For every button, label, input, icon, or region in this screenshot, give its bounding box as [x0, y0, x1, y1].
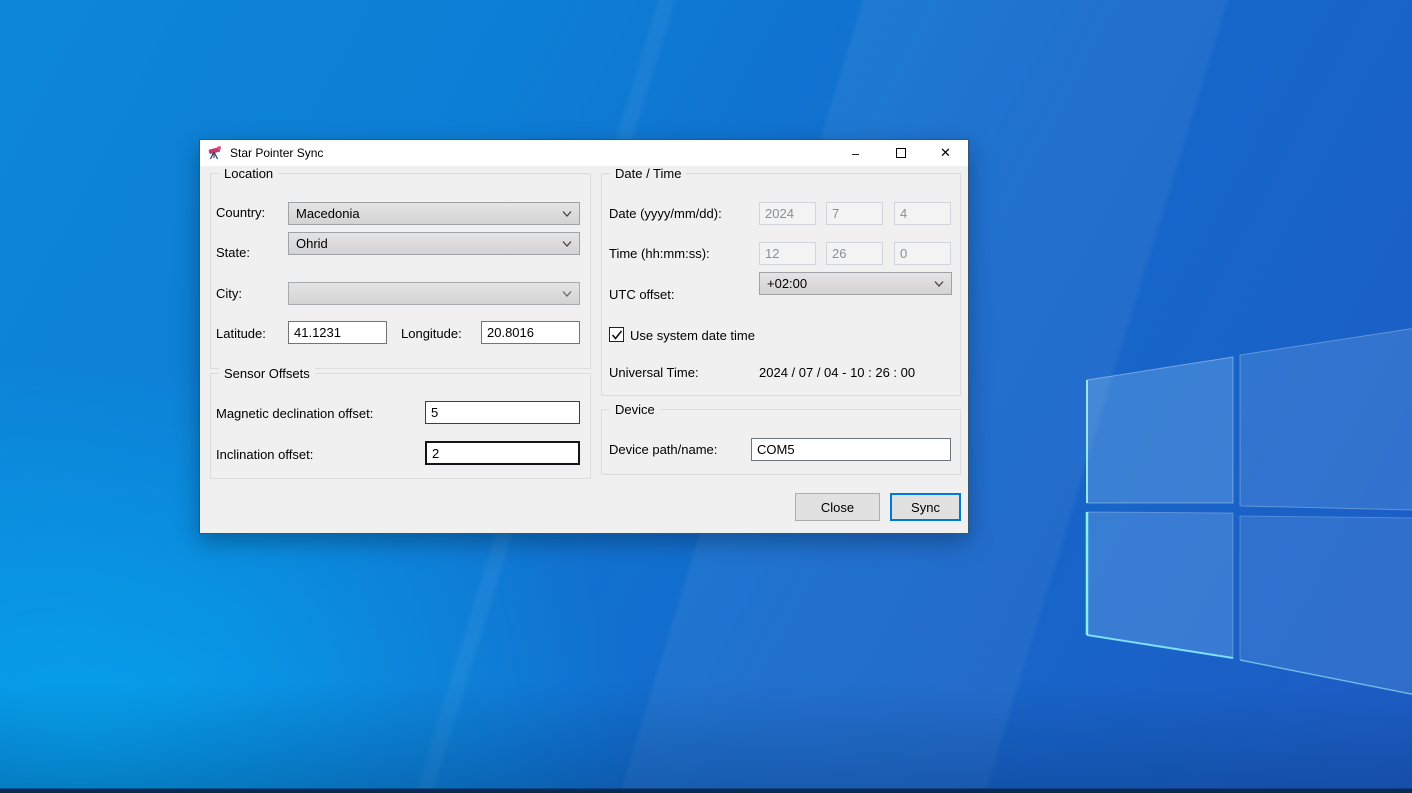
close-button[interactable]: Close — [795, 493, 880, 521]
date-day-input — [894, 202, 951, 225]
city-select[interactable] — [288, 282, 580, 305]
country-select[interactable]: Macedonia — [288, 202, 580, 225]
state-select[interactable]: Ohrid — [288, 232, 580, 255]
sync-button[interactable]: Sync — [890, 493, 961, 521]
window-title: Star Pointer Sync — [230, 146, 323, 160]
time-label: Time (hh:mm:ss): — [609, 246, 710, 261]
chevron-down-icon — [562, 240, 572, 248]
inclination-offset-input[interactable] — [425, 441, 580, 465]
longitude-label: Longitude: — [401, 326, 462, 341]
state-select-value: Ohrid — [296, 236, 328, 251]
device-path-input[interactable] — [751, 438, 951, 461]
chevron-down-icon — [562, 290, 572, 298]
close-button-label: Close — [821, 500, 854, 515]
utc-offset-select[interactable]: +02:00 — [759, 272, 952, 295]
sensor-offsets-legend: Sensor Offsets — [219, 366, 315, 381]
maximize-button[interactable] — [878, 140, 923, 166]
city-label: City: — [216, 286, 242, 301]
location-legend: Location — [219, 166, 278, 181]
time-hour-input — [759, 242, 816, 265]
telescope-app-icon — [207, 145, 223, 161]
country-label: Country: — [216, 205, 265, 220]
device-legend: Device — [610, 402, 660, 417]
use-system-datetime-label[interactable]: Use system date time — [630, 328, 755, 343]
windows-logo — [1076, 324, 1412, 704]
time-second-input — [894, 242, 951, 265]
close-window-button[interactable]: ✕ — [923, 140, 968, 166]
minimize-icon: – — [852, 146, 859, 161]
sync-button-label: Sync — [911, 500, 940, 515]
time-minute-input — [826, 242, 883, 265]
utc-offset-label: UTC offset: — [609, 287, 675, 302]
maximize-icon — [896, 148, 906, 158]
universal-time-label: Universal Time: — [609, 365, 699, 380]
use-system-datetime-checkbox[interactable] — [609, 327, 624, 342]
country-select-value: Macedonia — [296, 206, 360, 221]
date-year-input — [759, 202, 816, 225]
close-icon: ✕ — [940, 145, 951, 161]
longitude-input[interactable] — [481, 321, 580, 344]
titlebar[interactable]: Star Pointer Sync – ✕ — [200, 140, 968, 166]
latitude-input[interactable] — [288, 321, 387, 344]
latitude-label: Latitude: — [216, 326, 266, 341]
date-month-input — [826, 202, 883, 225]
state-label: State: — [216, 245, 250, 260]
magnetic-declination-input[interactable] — [425, 401, 580, 424]
date-label: Date (yyyy/mm/dd): — [609, 206, 722, 221]
inclination-offset-label: Inclination offset: — [216, 447, 313, 462]
universal-time-value: 2024 / 07 / 04 - 10 : 26 : 00 — [759, 365, 915, 380]
checkmark-icon — [611, 329, 623, 341]
utc-offset-select-value: +02:00 — [767, 276, 807, 291]
star-pointer-sync-window: Star Pointer Sync – ✕ Location Country: … — [199, 139, 969, 534]
chevron-down-icon — [934, 280, 944, 288]
device-path-label: Device path/name: — [609, 442, 717, 457]
minimize-button[interactable]: – — [833, 140, 878, 166]
magnetic-declination-label: Magnetic declination offset: — [216, 406, 373, 421]
date-time-legend: Date / Time — [610, 166, 686, 181]
chevron-down-icon — [562, 210, 572, 218]
